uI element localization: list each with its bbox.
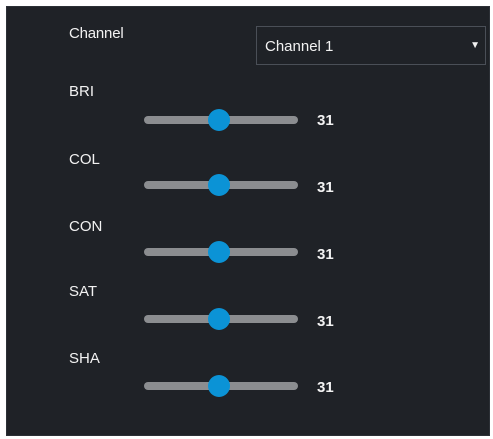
color-slider[interactable] xyxy=(144,174,298,196)
saturation-value: 31 xyxy=(317,313,334,330)
contrast-label: CON xyxy=(69,218,103,235)
slider-thumb[interactable] xyxy=(208,241,231,263)
slider-thumb[interactable] xyxy=(208,109,231,131)
brightness-value: 31 xyxy=(317,112,334,129)
image-settings-panel: Channel Channel 1 ▼ BRI 31 COL 31 CON 31… xyxy=(6,6,490,436)
color-value: 31 xyxy=(317,179,334,196)
color-label: COL xyxy=(69,151,100,168)
channel-select[interactable]: Channel 1 ▼ xyxy=(256,26,486,65)
triangle-down-icon: ▼ xyxy=(470,40,480,51)
slider-thumb[interactable] xyxy=(208,308,231,330)
sharpness-label: SHA xyxy=(69,350,100,367)
sharpness-slider[interactable] xyxy=(144,375,298,397)
brightness-slider[interactable] xyxy=(144,109,298,131)
slider-thumb[interactable] xyxy=(208,174,231,196)
slider-thumb[interactable] xyxy=(208,375,231,397)
channel-label: Channel xyxy=(69,25,124,42)
channel-select-value: Channel 1 xyxy=(265,38,334,55)
saturation-slider[interactable] xyxy=(144,308,298,330)
contrast-slider[interactable] xyxy=(144,241,298,263)
brightness-label: BRI xyxy=(69,83,95,100)
saturation-label: SAT xyxy=(69,283,98,300)
sharpness-value: 31 xyxy=(317,379,334,396)
contrast-value: 31 xyxy=(317,246,334,263)
